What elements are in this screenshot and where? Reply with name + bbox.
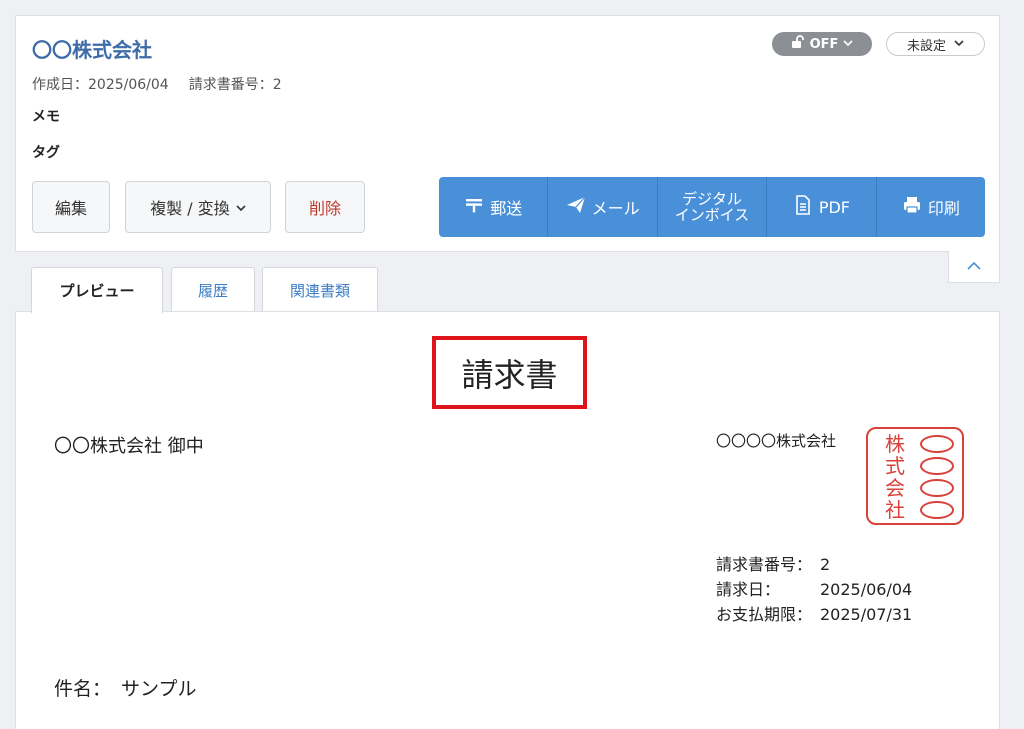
status-select[interactable]: 未設定 <box>886 32 985 56</box>
status-select-value: 未設定 <box>906 38 946 54</box>
digital-invoice-label-line2: インボイス <box>674 206 750 224</box>
seal-circle <box>920 501 954 519</box>
info-row: 請求書番号： 2 <box>716 552 912 577</box>
document-title: 請求書 <box>432 336 587 409</box>
seal-circle <box>920 435 954 453</box>
copy-convert-button[interactable]: 複製 / 変換 <box>125 181 271 233</box>
postal-mark-icon <box>464 195 484 219</box>
recipient-name: 〇〇株式会社 御中 <box>54 436 204 457</box>
mail-label: メール <box>591 199 640 218</box>
postal-label: 郵送 <box>490 199 523 218</box>
info-value: 2025/06/04 <box>820 580 913 599</box>
info-value: 2 <box>820 555 831 574</box>
invoice-number: 請求書番号：2 <box>188 77 282 93</box>
digital-invoice-label-line1: デジタル <box>682 190 742 208</box>
postal-button[interactable]: 郵送 <box>439 177 549 237</box>
created-date: 作成日：2025/06/04 <box>32 77 169 93</box>
mail-button[interactable]: メール <box>548 177 658 237</box>
info-key: お支払期限： <box>716 605 813 624</box>
invoice-header-card: 〇〇株式会社 作成日：2025/06/04 請求書番号：2 メモ タグ OFF 未… <box>15 15 1000 252</box>
company-name[interactable]: 〇〇株式会社 <box>32 34 152 63</box>
memo-label: メモ <box>32 109 60 125</box>
seal-circle <box>920 479 954 497</box>
pdf-label: PDF <box>818 197 850 217</box>
print-label: 印刷 <box>927 199 960 218</box>
printer-icon <box>902 195 922 219</box>
info-row: 請求日： 2025/06/04 <box>716 577 912 602</box>
collapse-button[interactable] <box>948 251 1000 283</box>
lock-toggle-label: OFF <box>809 36 839 52</box>
lock-toggle[interactable]: OFF <box>772 32 872 56</box>
subject-value: サンプル <box>121 678 197 700</box>
seal-char: 株 <box>885 432 905 456</box>
seal-char: 式 <box>885 454 905 478</box>
document-icon <box>793 195 813 219</box>
delete-button[interactable]: 削除 <box>285 181 365 233</box>
chevron-down-icon <box>236 198 246 217</box>
company-seal: 株 式 会 社 <box>866 427 964 525</box>
info-key: 請求書番号： <box>716 555 813 574</box>
paper-plane-icon <box>566 195 586 219</box>
edit-button[interactable]: 編集 <box>32 181 110 233</box>
action-bar: 郵送 メール デジタル インボイス PDF 印刷 <box>439 177 985 237</box>
info-row: お支払期限： 2025/07/31 <box>716 602 912 627</box>
copy-convert-label: 複製 / 変換 <box>150 199 230 218</box>
chevron-down-icon <box>954 37 964 52</box>
info-key: 請求日： <box>716 580 781 599</box>
digital-invoice-button[interactable]: デジタル インボイス <box>658 177 768 237</box>
unlock-icon <box>791 35 805 53</box>
seal-char: 会 <box>885 476 905 500</box>
print-button[interactable]: 印刷 <box>877 177 985 237</box>
invoice-info: 請求書番号： 2 請求日： 2025/06/04 お支払期限： 2025/07/… <box>716 552 912 627</box>
tab-related-documents[interactable]: 関連書類 <box>262 267 378 312</box>
chevron-up-icon <box>967 259 981 275</box>
meta-row: 作成日：2025/06/04 請求書番号：2 <box>32 74 282 94</box>
subject-label: 件名： <box>54 678 112 700</box>
seal-circle <box>920 457 954 475</box>
info-value: 2025/07/31 <box>820 605 913 624</box>
tab-preview[interactable]: プレビュー <box>31 267 163 313</box>
seal-char: 社 <box>885 498 905 522</box>
chevron-down-icon <box>843 37 853 52</box>
tab-history[interactable]: 履歴 <box>171 267 255 312</box>
tag-label: タグ <box>32 145 60 161</box>
subject-line: 件名： サンプル <box>54 674 196 701</box>
issuer-name: 〇〇〇〇株式会社 <box>716 432 837 450</box>
invoice-preview: 請求書 〇〇株式会社 御中 〇〇〇〇株式会社 株 式 会 社 請求書番号： 2 … <box>15 311 1000 729</box>
pdf-button[interactable]: PDF <box>767 177 877 237</box>
